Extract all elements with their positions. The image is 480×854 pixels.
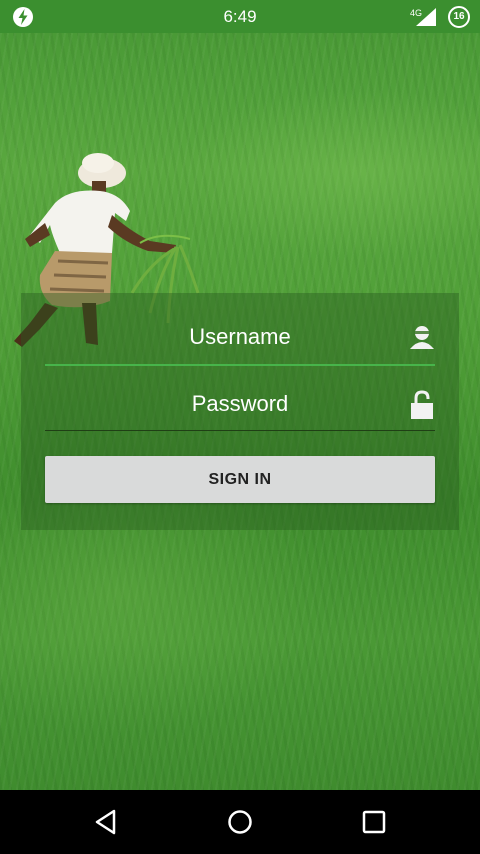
user-icon — [409, 323, 435, 351]
login-card: SIGN IN — [21, 293, 459, 530]
username-input[interactable] — [45, 317, 435, 357]
battery-icon: 16 — [448, 6, 470, 28]
signal-icon: 4G — [410, 6, 438, 28]
recents-icon[interactable] — [360, 808, 388, 836]
back-icon[interactable] — [92, 808, 120, 836]
status-bar: 6:49 4G 16 — [0, 0, 480, 33]
password-underline — [45, 430, 435, 431]
status-time: 6:49 — [223, 7, 257, 26]
sign-in-button[interactable]: SIGN IN — [45, 456, 435, 503]
lock-icon — [409, 390, 435, 419]
username-underline — [45, 364, 435, 366]
navigation-bar — [0, 790, 480, 854]
username-field-container — [45, 317, 435, 357]
password-field-container — [45, 384, 435, 424]
password-input[interactable] — [45, 384, 435, 424]
home-icon[interactable] — [226, 808, 254, 836]
